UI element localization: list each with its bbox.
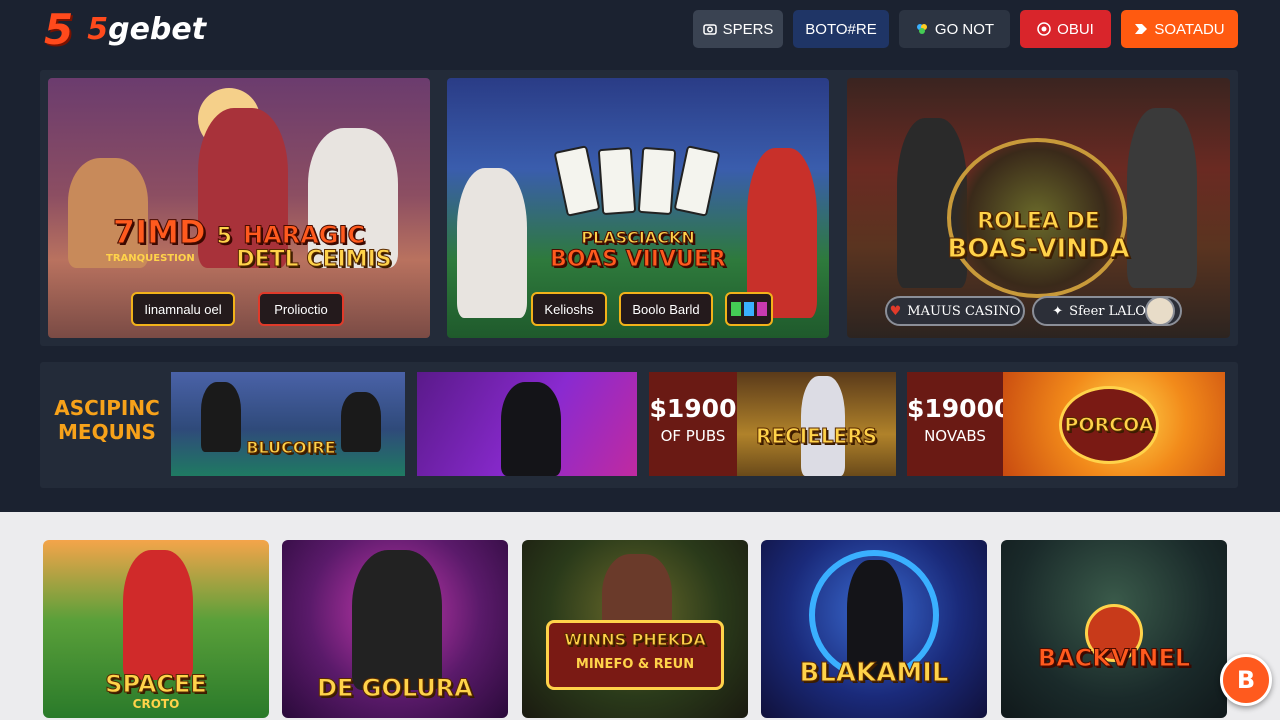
hero-title: PLASCIACKN xyxy=(447,228,829,247)
character-figure xyxy=(123,550,193,680)
camera-icon xyxy=(702,24,717,35)
game-title: DE GOLURA xyxy=(317,674,474,702)
playing-card xyxy=(553,145,601,217)
playing-card xyxy=(597,146,637,216)
hero-title-line2: BOAS VIIVUER xyxy=(447,247,829,272)
logo-mark: 5 xyxy=(44,4,74,54)
hero-title-line2-text: BOAS VIIVUER xyxy=(550,247,727,272)
promo-title: PORCOA xyxy=(1064,414,1154,437)
record-icon xyxy=(1037,22,1051,36)
character-figure xyxy=(501,382,561,476)
nav-button-go-not[interactable]: GO NOT xyxy=(899,10,1010,48)
hero-title-line2: BOAS-VINDA xyxy=(847,234,1230,264)
hero-title: ROLEA DE xyxy=(847,209,1230,234)
nav-label: SOATADU xyxy=(1154,20,1225,38)
hero-button-icons[interactable] xyxy=(725,292,773,326)
promo-amount-value: $1900 xyxy=(649,394,737,423)
promo-amount: $19000 NOVABS xyxy=(907,394,1012,445)
promo-label: ASCIPINC MEQUNS xyxy=(54,396,160,444)
game-card-4[interactable]: BLAKAMIL xyxy=(761,540,987,718)
promo-art: RECIELERS xyxy=(737,372,896,476)
chip-icon xyxy=(757,302,767,316)
nav-label: OBUI xyxy=(1057,20,1094,38)
site-logo[interactable]: 5 5gebet xyxy=(44,4,206,54)
nav-label: GO NOT xyxy=(934,20,995,38)
promo-amount-caption: NOVABS xyxy=(924,427,986,445)
promo-amount-value: $19000 xyxy=(907,394,1012,423)
game-card-1[interactable]: SPACEE CROTO xyxy=(43,540,269,718)
promo-card-3[interactable]: $1900 OF PUBS RECIELERS xyxy=(649,372,896,476)
hero-title-line2-text: DETL CEIMIS xyxy=(236,247,392,272)
playing-card xyxy=(637,146,677,216)
hero-button-label: Iinamnalu oel xyxy=(144,301,222,317)
hero-title-line2: DETL CEIMIS xyxy=(48,247,430,272)
chip-icon xyxy=(744,302,754,316)
hero-button-label: Kelioshs xyxy=(544,301,594,317)
promo-card-2[interactable] xyxy=(417,372,637,476)
game-card-2[interactable]: DE GOLURA xyxy=(282,540,508,718)
chip-icon xyxy=(1145,296,1175,326)
promo-title: BLUCOIRE xyxy=(246,438,336,458)
game-card-5[interactable]: BACKVINEL xyxy=(1001,540,1227,718)
hero-title: 7IMD 5 HARAGIC xyxy=(48,213,430,251)
hero-button-primary[interactable]: Iinamnalu oel xyxy=(131,292,235,326)
promo-card-1[interactable]: BLUCOIRE xyxy=(171,372,405,476)
nav-label: SPERS xyxy=(722,20,774,38)
hero-title-line1b: HARAGIC xyxy=(243,221,366,249)
logo-wordmark-text: gebet xyxy=(108,11,207,47)
chat-label: B xyxy=(1236,666,1256,694)
logo-wordmark: 5gebet xyxy=(87,12,206,47)
hero-button-secondary[interactable]: Boolo Barld xyxy=(619,292,713,326)
promo-card-4[interactable]: $19000 NOVABS PORCOA xyxy=(907,372,1225,476)
game-title: BACKVINEL xyxy=(1037,644,1191,672)
chat-launcher-button[interactable]: B xyxy=(1220,654,1272,706)
promo-title: RECIELERS xyxy=(755,424,878,449)
game-title: SPACEE xyxy=(105,670,208,698)
hero-button-secondary[interactable]: Prolioctio xyxy=(258,292,344,326)
hero-title-line1: ROLEA DE xyxy=(977,209,1101,234)
casino-pill[interactable]: ♥ MAUUS CASINO xyxy=(885,296,1025,326)
hero-banner-3[interactable]: ROLEA DE BOAS-VINDA ♥ MAUUS CASINO ✦ Sfe… xyxy=(847,78,1230,338)
playing-card xyxy=(673,145,721,217)
game-title: BLAKAMIL xyxy=(799,658,949,688)
hero-title-line1: 7IMD xyxy=(112,213,206,251)
pill-label: MAUUS CASINO xyxy=(907,303,1021,319)
promo-art: PORCOA xyxy=(1003,372,1225,476)
nav-button-obui[interactable]: OBUI xyxy=(1020,10,1111,48)
hero-banner-1[interactable]: 7IMD 5 HARAGIC TRANQUESTION DETL CEIMIS … xyxy=(48,78,430,338)
game-title: WINNS PHEKDA xyxy=(564,630,707,649)
hero-banner-2[interactable]: PLASCIACKN BOAS VIIVUER Kelioshs Boolo B… xyxy=(447,78,829,338)
cards-decoration xyxy=(553,145,721,222)
chip-icon xyxy=(731,302,741,316)
hero-button-primary[interactable]: Kelioshs xyxy=(531,292,607,326)
hero-title-line2-text: BOAS-VINDA xyxy=(947,234,1130,264)
heart-icon: ♥ xyxy=(889,303,902,319)
hero-button-label: Boolo Barld xyxy=(632,301,700,317)
ticket-icon xyxy=(1135,24,1148,34)
hero-button-label: Prolioctio xyxy=(274,301,328,317)
character-figure xyxy=(352,550,442,690)
game-card-3[interactable]: WINNS PHEKDA MINEFO & REUN xyxy=(522,540,748,718)
game-subtitle: CROTO xyxy=(132,697,180,711)
color-wheel-icon xyxy=(916,24,927,34)
nav-button-spers[interactable]: SPERS xyxy=(693,10,783,48)
sparkle-icon: ✦ xyxy=(1052,303,1064,319)
promo-amount: $1900 OF PUBS xyxy=(649,394,737,445)
logo-wordmark-accent: 5 xyxy=(87,11,109,47)
game-subtitle: MINEFO & REUN xyxy=(575,657,695,672)
hero-title-line1: PLASCIACKN xyxy=(581,228,695,247)
hero-title-badge: 5 xyxy=(216,224,232,249)
nav-button-soatadu[interactable]: SOATADU xyxy=(1121,10,1238,48)
promo-amount-caption: OF PUBS xyxy=(660,427,726,445)
nav-button-botohre[interactable]: BOTO#RE xyxy=(793,10,889,48)
nav-label: BOTO#RE xyxy=(805,20,877,38)
